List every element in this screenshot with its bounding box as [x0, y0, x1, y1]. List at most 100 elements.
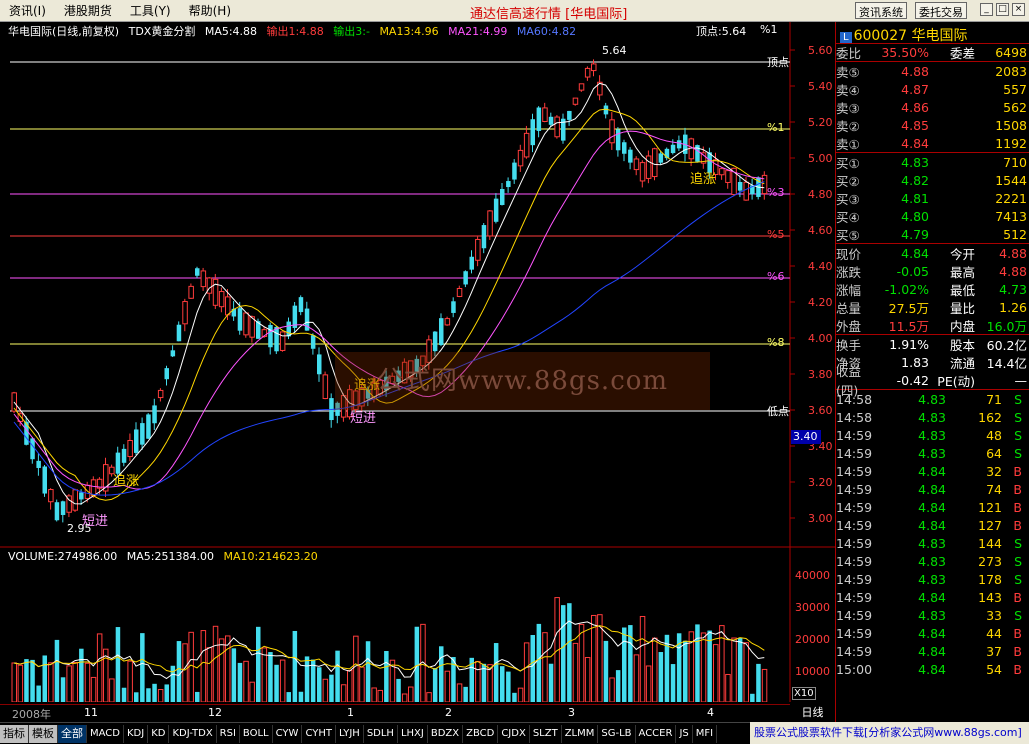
- tick-price: 4.83: [918, 427, 946, 443]
- tick-time: 14:58: [836, 409, 873, 425]
- tick-row: 14:59 4.84 121 B: [836, 498, 1029, 516]
- tick-price: 4.83: [918, 409, 946, 425]
- tab-sdlh[interactable]: SDLH: [364, 724, 398, 743]
- sell-volume: 557: [1003, 81, 1027, 97]
- price-tick-label: 4.40: [808, 260, 833, 273]
- tick-price: 4.84: [918, 481, 946, 497]
- tick-list[interactable]: 14:58 4.83 71 S 14:58 4.83 162 S 14:59 4.83 48 S 14:…: [836, 390, 1029, 678]
- menu-item-tools[interactable]: 工具(Y): [121, 2, 180, 19]
- tick-side: S: [1014, 607, 1022, 623]
- tick-volume: 71: [986, 391, 1002, 407]
- trade-button[interactable]: 委托交易: [915, 2, 967, 19]
- price-tick-label: 4.80: [808, 188, 833, 201]
- quote-header: L 600027 华电国际: [836, 22, 1029, 44]
- tab-accer[interactable]: ACCER: [636, 724, 677, 743]
- ad-bar[interactable]: 股票公式股票软件下载[分析家公式网www.88gs.com]: [750, 722, 1029, 744]
- tab-kdj[interactable]: KDJ: [124, 724, 149, 743]
- stat-row: 换手 1.91% 股本 60.2亿: [836, 335, 1029, 353]
- info-system-button[interactable]: 资讯系统: [855, 2, 907, 19]
- period-label[interactable]: 日线: [790, 704, 835, 720]
- tick-volume: 44: [986, 625, 1002, 641]
- tab-kd[interactable]: KD: [148, 724, 170, 743]
- menu-bar: 资讯(I) 港股期货 工具(Y) 帮助(H) 通达信高速行情 [华电国际] 资讯…: [0, 0, 1029, 22]
- price-tick-label: 3.80: [808, 368, 833, 381]
- stat-label: 内盘: [949, 318, 975, 334]
- tick-time: 14:59: [836, 589, 873, 605]
- tick-time: 14:59: [836, 499, 873, 515]
- sell-row: 卖② 4.85 1508: [836, 116, 1029, 134]
- tick-time: 14:59: [836, 553, 873, 569]
- tab-zbcd[interactable]: ZBCD: [463, 724, 499, 743]
- buy-price: 4.83: [901, 154, 929, 170]
- tick-side: B: [1013, 625, 1022, 641]
- menu-item-help[interactable]: 帮助(H): [180, 2, 240, 19]
- tab-bdzx[interactable]: BDZX: [428, 724, 464, 743]
- tab-lhxj[interactable]: LHXJ: [398, 724, 428, 743]
- maximize-icon[interactable]: □: [996, 3, 1009, 16]
- stat-value: 16.0万: [986, 318, 1027, 334]
- tick-volume: 143: [978, 589, 1002, 605]
- tab-指标[interactable]: 指标: [0, 724, 29, 743]
- tab-kdj-tdx[interactable]: KDJ-TDX: [169, 724, 217, 743]
- tab-macd[interactable]: MACD: [87, 724, 124, 743]
- stat-label: 最高: [949, 264, 975, 280]
- stat-row: 涨跌 -0.05 最高 4.88: [836, 262, 1029, 280]
- tab-cjdx[interactable]: CJDX: [498, 724, 530, 743]
- tab-cyw[interactable]: CYW: [273, 724, 303, 743]
- date-label-2: 2: [445, 706, 452, 719]
- menu-item-hk-futures[interactable]: 港股期货: [55, 2, 121, 19]
- tab-全部[interactable]: 全部: [58, 724, 87, 743]
- sell-price: 4.87: [901, 81, 929, 97]
- tick-side: B: [1013, 517, 1022, 533]
- buy-volume: 512: [1003, 226, 1027, 242]
- tick-time: 14:59: [836, 571, 873, 587]
- tab-sg-lb[interactable]: SG-LB: [598, 724, 636, 743]
- stat-value: -1.02%: [884, 281, 929, 297]
- tick-time: 14:58: [836, 391, 873, 407]
- tab-模板[interactable]: 模板: [29, 724, 58, 743]
- tick-side: S: [1014, 409, 1022, 425]
- tab-rsi[interactable]: RSI: [217, 724, 240, 743]
- tick-volume: 48: [986, 427, 1002, 443]
- tick-row: 14:59 4.83 48 S: [836, 426, 1029, 444]
- order-ratio-value: 35.50%: [881, 45, 929, 60]
- tick-row: 15:00 4.84 54 B: [836, 660, 1029, 678]
- minimize-icon[interactable]: _: [980, 3, 993, 16]
- tick-volume: 37: [986, 643, 1002, 659]
- sell-book: 卖⑤ 4.88 2083 卖④ 4.87 557 卖③ 4.86 562 卖② 4.85 1508 卖①…: [836, 62, 1029, 153]
- sell-volume: 2083: [995, 63, 1027, 79]
- kline-chart-area[interactable]: 华电国际(日线,前复权) TDX黄金分割 MA5:4.88 输出1:4.88 输…: [0, 22, 835, 702]
- tab-zlmm[interactable]: ZLMM: [562, 724, 599, 743]
- sell-label: 卖④: [836, 82, 860, 98]
- sell-row: 卖④ 4.87 557: [836, 80, 1029, 98]
- stat-value: 4.73: [999, 281, 1027, 297]
- price-tick-label: 5.40: [808, 80, 833, 93]
- tab-js[interactable]: JS: [676, 724, 693, 743]
- stat-value: -0.42: [896, 372, 929, 388]
- tick-row: 14:59 4.83 144 S: [836, 534, 1029, 552]
- high-point-label: 5.64: [602, 44, 627, 57]
- stat-value: 14.4亿: [986, 355, 1027, 371]
- order-diff-value: 6498: [995, 45, 1027, 60]
- tick-side: S: [1014, 571, 1022, 587]
- stat-value: —: [1014, 372, 1028, 388]
- menu-item-info[interactable]: 资讯(I): [0, 2, 55, 19]
- buy-row: 买④ 4.80 7413: [836, 207, 1029, 225]
- stat-value: 4.84: [901, 245, 929, 261]
- date-axis: 2008年 11 12 1 2 3 4: [0, 704, 790, 721]
- buy-label: 买①: [836, 155, 860, 171]
- tab-slzt[interactable]: SLZT: [530, 724, 562, 743]
- tab-lyjh[interactable]: LYJH: [336, 724, 364, 743]
- volume-info-line: VOLUME:274986.00 MA5:251384.00 MA10:2146…: [8, 550, 324, 563]
- tab-cyht[interactable]: CYHT: [302, 724, 336, 743]
- tick-time: 14:59: [836, 625, 873, 641]
- stat-label: 外盘: [836, 318, 862, 334]
- price-tick-label: 3.60: [808, 404, 833, 417]
- tick-price: 4.84: [918, 643, 946, 659]
- tick-row: 14:59 4.83 273 S: [836, 552, 1029, 570]
- tick-time: 14:59: [836, 643, 873, 659]
- tab-mfi[interactable]: MFI: [693, 724, 718, 743]
- tab-boll[interactable]: BOLL: [240, 724, 273, 743]
- tick-price: 4.83: [918, 607, 946, 623]
- close-icon[interactable]: ×: [1012, 3, 1025, 16]
